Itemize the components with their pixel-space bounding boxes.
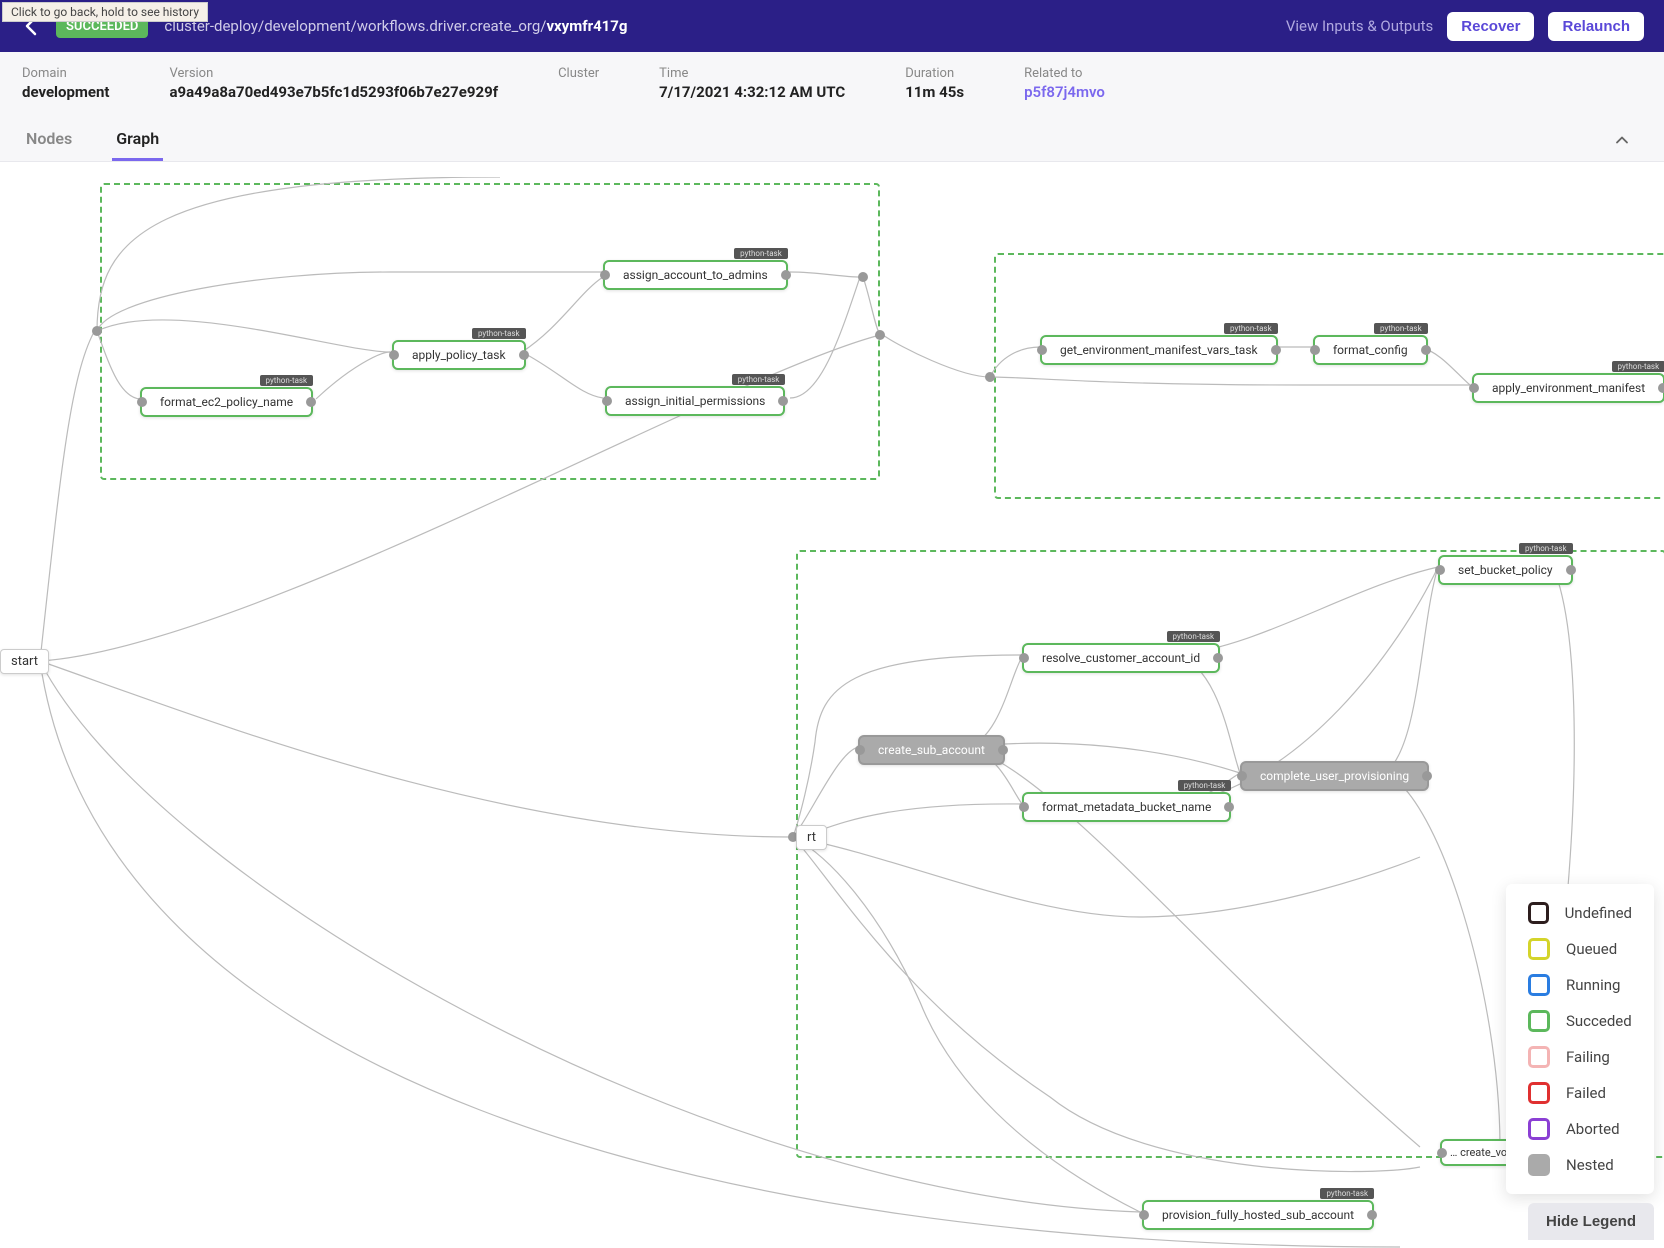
legend-failed: Failed [1528,1082,1632,1104]
node-get-environment-manifest-vars-task[interactable]: python-task get_environment_manifest_var… [1040,335,1278,365]
node-format-ec2-policy-name[interactable]: python-task format_ec2_policy_name [140,387,313,417]
legend-succeded: Succeded [1528,1010,1632,1032]
meta-domain: Domain development [22,66,110,101]
header-bar: SUCCEEDED cluster-deploy/development/wor… [0,0,1664,52]
meta-version: Version a9a49a8a70ed493e7b5fc1d5293f06b7… [170,66,499,101]
task-type-tag: python-task [1178,780,1232,791]
header-actions: View Inputs & Outputs Recover Relaunch [1286,12,1644,41]
task-type-tag: python-task [1374,323,1428,334]
node-apply-environment-manifest[interactable]: python-task apply_environment_manifest [1472,373,1664,403]
recover-button[interactable]: Recover [1447,12,1534,41]
task-type-tag: python-task [1224,323,1278,334]
legend-queued: Queued [1528,938,1632,960]
graph-canvas[interactable]: start rt python-task format_ec2_policy_n… [0,177,1664,1248]
node-rt[interactable]: rt [796,825,827,850]
node-start[interactable]: start [0,649,49,674]
task-type-tag: python-task [1167,631,1221,642]
node-format-config[interactable]: python-task format_config [1313,335,1428,365]
task-type-tag: python-task [1320,1188,1374,1199]
meta-bar: Domain development Version a9a49a8a70ed4… [0,52,1664,162]
tab-graph[interactable]: Graph [112,119,163,161]
meta-related: Related to p5f87j4mvo [1024,66,1105,101]
tabs: Nodes Graph [22,119,1642,161]
view-inputs-outputs-link[interactable]: View Inputs & Outputs [1286,17,1433,35]
task-type-tag: python-task [732,374,786,385]
tab-nodes[interactable]: Nodes [22,119,76,161]
node-set-bucket-policy[interactable]: python-task set_bucket_policy [1438,555,1573,585]
breadcrumb[interactable]: cluster-deploy/development/workflows.dri… [164,17,1285,35]
breadcrumb-run-id: vxymfr417g [546,17,627,35]
task-type-tag: python-task [260,375,314,386]
task-type-tag: python-task [734,248,788,259]
node-create-sub-account[interactable]: create_sub_account [858,735,1005,765]
task-type-tag: python-task [1519,543,1573,554]
legend-aborted: Aborted [1528,1118,1632,1140]
node-assign-initial-permissions[interactable]: python-task assign_initial_permissions [605,386,785,416]
related-link[interactable]: p5f87j4mvo [1024,83,1105,101]
meta-time: Time 7/17/2021 4:32:12 AM UTC [659,66,845,101]
task-type-tag: python-task [472,328,526,339]
node-provision-fully-hosted-sub-account[interactable]: python-task provision_fully_hosted_sub_a… [1142,1200,1374,1230]
relaunch-button[interactable]: Relaunch [1548,12,1644,41]
task-type-tag: python-task [1612,361,1664,372]
legend-running: Running [1528,974,1632,996]
legend-failing: Failing [1528,1046,1632,1068]
node-apply-policy-task[interactable]: python-task apply_policy_task [392,340,526,370]
chevron-up-icon[interactable] [1612,130,1632,150]
legend-panel: Undefined Queued Running Succeded Failin… [1506,884,1654,1194]
node-complete-user-provisioning[interactable]: complete_user_provisioning [1240,761,1429,791]
legend-nested: Nested [1528,1154,1632,1176]
legend-undefined: Undefined [1528,902,1632,924]
node-format-metadata-bucket-name[interactable]: python-task format_metadata_bucket_name [1022,792,1231,822]
node-assign-account-to-admins[interactable]: python-task assign_account_to_admins [603,260,788,290]
hide-legend-button[interactable]: Hide Legend [1528,1203,1654,1240]
back-tooltip: Click to go back, hold to see history [2,2,208,22]
breadcrumb-path: cluster-deploy/development/workflows.dri… [164,17,546,35]
meta-cluster: Cluster [558,66,599,101]
node-resolve-customer-account-id[interactable]: python-task resolve_customer_account_id [1022,643,1220,673]
meta-duration: Duration 11m 45s [905,66,964,101]
